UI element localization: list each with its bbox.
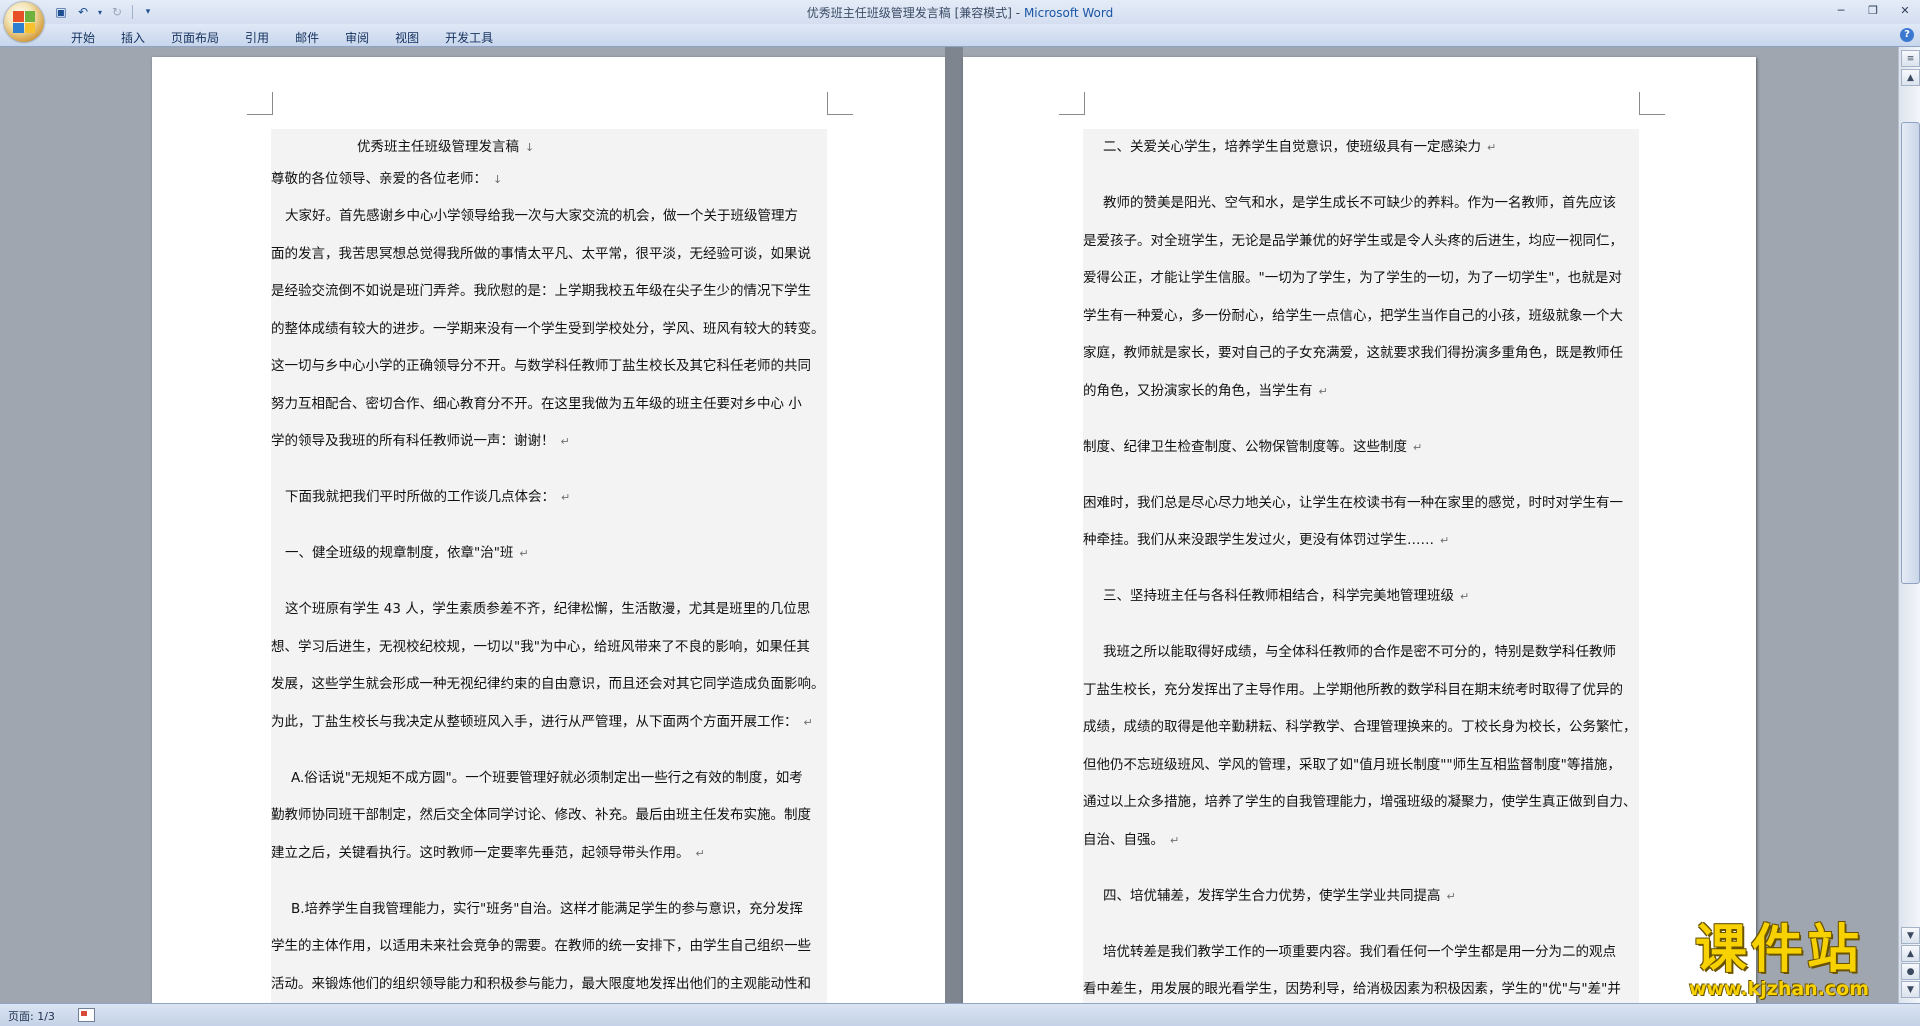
text-line: 发展，这些学生就会形成一种无视纪律约束的自由意识，而且还会对其它同学造成负面影响…	[271, 676, 825, 692]
ribbon: 开始 插入 页面布局 引用 邮件 审阅 视图 开发工具 ?	[0, 24, 1920, 47]
text-line: 但他仍不忘班级班风、学风的管理，采取了如"值月班长制度""师生互相监督制度"等措…	[1083, 756, 1621, 773]
app-name: Microsoft Word	[1023, 6, 1114, 20]
tab-view[interactable]: 视图	[382, 26, 432, 49]
crop-mark-top-right	[827, 92, 853, 115]
page-2[interactable]: 二、关爱关心学生，培养学生自觉意识，使班级具有一定感染力 ↵ 教师的赞美是阳光、空…	[963, 57, 1756, 1003]
text-line: 学的领导及我班的所有科任教师说一声：谢谢！ ↵	[271, 433, 570, 449]
section-heading: 四、培优辅差，发挥学生合力优势，使学生学业共同提高 ↵	[1103, 887, 1456, 904]
text-line: 培优转差是我们教学工作的一项重要内容。我们看任何一个学生都是用一分为二的观点	[1103, 943, 1616, 960]
previous-page-icon[interactable]: ▲	[1901, 945, 1920, 962]
text-line: 努力互相配合、密切合作、细心教育分不开。在这里我做为五年级的班主任要对乡中心 小	[271, 395, 802, 412]
page-2-text[interactable]: 二、关爱关心学生，培养学生自觉意识，使班级具有一定感染力 ↵ 教师的赞美是阳光、空…	[1083, 129, 1639, 1003]
text-line: 建立之后，关键看执行。这时教师一定要率先垂范，起领导带头作用。 ↵	[271, 844, 705, 861]
tab-review[interactable]: 审阅	[332, 26, 382, 49]
ruler-toggle-icon[interactable]: ≡	[1901, 50, 1920, 67]
office-logo-icon	[13, 11, 35, 33]
proofing-icon[interactable]	[78, 1008, 95, 1022]
crop-mark-top-right	[1639, 92, 1665, 115]
text-line: 困难时，我们总是尽心尽力地关心，让学生在校读书有一种在家里的感觉，时时对学生有一	[1083, 494, 1623, 511]
text-line: 家庭，教师就是家长，要对自己的子女充满爱，这就要求我们得扮演多重角色，既是教师任	[1083, 345, 1623, 361]
vertical-scrollbar[interactable]: ≡ ▲ ▼ ▲ ● ▼	[1898, 47, 1920, 1003]
page-count[interactable]: 页面: 1/3	[8, 1008, 55, 1024]
text-line: 学生的主体作用，以适用未来社会竞争的需要。在教师的统一安排下，由学生自己组织一些	[271, 938, 811, 954]
text-line: 丁盐生校长，充分发挥出了主导作用。上学期他所教的数学科目在期末统考时取得了优异的	[1083, 681, 1623, 698]
window-title: 优秀班主任班级管理发言稿 [兼容模式] - Microsoft Word	[0, 4, 1920, 21]
text-line: 想、学习后进生，无视校纪校规，一切以"我"为中心，给班风带来了不良的影响，如果任…	[271, 638, 810, 655]
help-icon[interactable]: ?	[1900, 28, 1914, 42]
restore-icon[interactable]: ❐	[1862, 2, 1884, 18]
text-line: 通过以上众多措施，培养了学生的自我管理能力，增强班级的凝聚力，使学生真正做到自力…	[1083, 794, 1637, 810]
text-line: 面的发言，我苦思冥想总觉得我所做的事情太平凡、太平常，很平淡，无经验可谈，如果说	[271, 245, 811, 262]
title-separator: -	[1011, 6, 1024, 20]
crop-mark-top-left	[1059, 92, 1085, 115]
text-line: 这一切与乡中心小学的正确领导分不开。与数学科任教师丁盐生校长及其它科任老师的共同	[271, 358, 811, 374]
window-controls: ─ ❐ ✕	[1830, 2, 1916, 18]
office-button[interactable]	[4, 2, 44, 42]
ribbon-tabs: 开始 插入 页面布局 引用 邮件 审阅 视图 开发工具	[58, 26, 506, 49]
tab-insert[interactable]: 插入	[108, 26, 158, 49]
paragraph-mark: ↓	[525, 141, 535, 154]
watermark-logo: 课件站 www.kjzhan.com	[1668, 922, 1890, 1000]
text-line: 尊敬的各位领导、亲爱的各位老师： ↓	[271, 170, 503, 187]
watermark-brand: 课件站	[1694, 920, 1863, 980]
text-line: 种牵挂。我们从来没跟学生发过火，更没有体罚过学生…… ↵	[1083, 532, 1450, 548]
next-page-icon[interactable]: ▼	[1901, 981, 1920, 998]
section-heading: 一、健全班级的规章制度，依章"治"班 ↵	[285, 545, 529, 561]
text-line: 大家好。首先感谢乡中心小学领导给我一次与大家交流的机会，做一个关于班级管理方	[285, 208, 798, 224]
page-1-text[interactable]: 优秀班主任班级管理发言稿 ↓ 尊敬的各位领导、亲爱的各位老师： ↓ 大家好。首先感谢…	[271, 129, 827, 1003]
text-line: 活动。来锻炼他们的组织领导能力和积极参与能力，最大限度地发挥出他们的主观能动性和	[271, 975, 811, 992]
status-bar: 页面: 1/3	[0, 1003, 1920, 1026]
close-icon[interactable]: ✕	[1894, 2, 1916, 18]
title-bar: ▣ ↶ ▾ ↻ ▾ 优秀班主任班级管理发言稿 [兼容模式] - Microsof…	[0, 0, 1920, 42]
page-gap	[945, 47, 963, 1003]
minimize-icon[interactable]: ─	[1830, 2, 1852, 18]
text-line: 学生有一种爱心，多一份耐心，给学生一点信心，把学生当作自己的小孩，班级就象一个大	[1083, 307, 1623, 324]
tab-home[interactable]: 开始	[58, 26, 108, 49]
tab-page-layout[interactable]: 页面布局	[158, 26, 232, 49]
text-line: 制度、纪律卫生检查制度、公物保管制度等。这些制度 ↵	[1083, 438, 1423, 455]
text-line: A.俗话说"无规矩不成方圆"。一个班要管理好就必须制定出一些行之有效的制度，如考	[291, 769, 803, 786]
text-line: 的角色，又扮演家长的角色，当学生有 ↵	[1083, 382, 1328, 399]
watermark-url: www.kjzhan.com	[1688, 978, 1870, 1000]
text-line: 教师的赞美是阳光、空气和水，是学生成长不可缺少的养料。作为一名教师，首先应该	[1103, 195, 1616, 211]
text-line: 勤教师协同班干部制定，然后交全体同学讨论、修改、补充。最后由班主任发布实施。制度	[271, 807, 811, 823]
text-line: 自治、自强。 ↵	[1083, 831, 1180, 848]
document-title: 优秀班主任班级管理发言稿 [兼容模式]	[806, 6, 1012, 20]
scroll-down-icon[interactable]: ▼	[1901, 927, 1920, 944]
section-heading: 三、坚持班主任与各科任教师相结合，科学完美地管理班级 ↵	[1103, 588, 1470, 604]
page-1[interactable]: 优秀班主任班级管理发言稿 ↓ 尊敬的各位领导、亲爱的各位老师： ↓ 大家好。首先感谢…	[152, 57, 945, 1003]
text-line: 这个班原有学生 43 人，学生素质参差不齐，纪律松懈，生活散漫，尤其是班里的几位…	[285, 601, 811, 617]
scroll-up-icon[interactable]: ▲	[1901, 69, 1920, 86]
text-line: 是爱孩子。对全班学生，无论是品学兼优的好学生或是令人头疼的后进生，均应一视同仁，	[1083, 232, 1623, 249]
section-heading: 二、关爱关心学生，培养学生自觉意识，使班级具有一定感染力 ↵	[1103, 139, 1497, 155]
tab-developer[interactable]: 开发工具	[432, 26, 506, 49]
tab-references[interactable]: 引用	[232, 26, 282, 49]
text-line: 爱得公正，才能让学生信服。"一切为了学生，为了学生的一切，为了一切学生"，也就是…	[1083, 270, 1622, 286]
text-line: 的整体成绩有较大的进步。一学期来没有一个学生受到学校处分，学风、班风有较大的转变…	[271, 320, 825, 337]
text-line: 我班之所以能取得好成绩，与全体科任教师的合作是密不可分的，特别是数学科任教师	[1103, 644, 1616, 660]
select-browse-object-icon[interactable]: ●	[1901, 963, 1920, 980]
crop-mark-top-left	[247, 92, 273, 115]
document-area[interactable]: 优秀班主任班级管理发言稿 ↓ 尊敬的各位领导、亲爱的各位老师： ↓ 大家好。首先感谢…	[0, 47, 1898, 1003]
text-line: 为此，丁盐生校长与我决定从整顿班风入手，进行从严管理，从下面两个方面开展工作： ↵	[271, 713, 813, 730]
text-line: 成绩，成绩的取得是他辛勤耕耘、科学教学、合理管理换来的。丁校长身为校长，公务繁忙…	[1083, 719, 1637, 735]
scrollbar-thumb[interactable]	[1901, 122, 1920, 584]
text-line: 下面我就把我们平时所做的工作谈几点体会： ↵	[285, 489, 571, 505]
text-line: 看中差生，用发展的眼光看学生，因势利导，给消极因素为积极因素，学生的"优"与"差…	[1083, 981, 1621, 997]
text-line: 是经验交流倒不如说是班门弄斧。我欣慰的是：上学期我校五年级在尖子生少的情况下学生	[271, 283, 811, 299]
tab-mailings[interactable]: 邮件	[282, 26, 332, 49]
text-line: B.培养学生自我管理能力，实行"班务"自治。这样才能满足学生的参与意识，充分发挥	[291, 900, 803, 917]
